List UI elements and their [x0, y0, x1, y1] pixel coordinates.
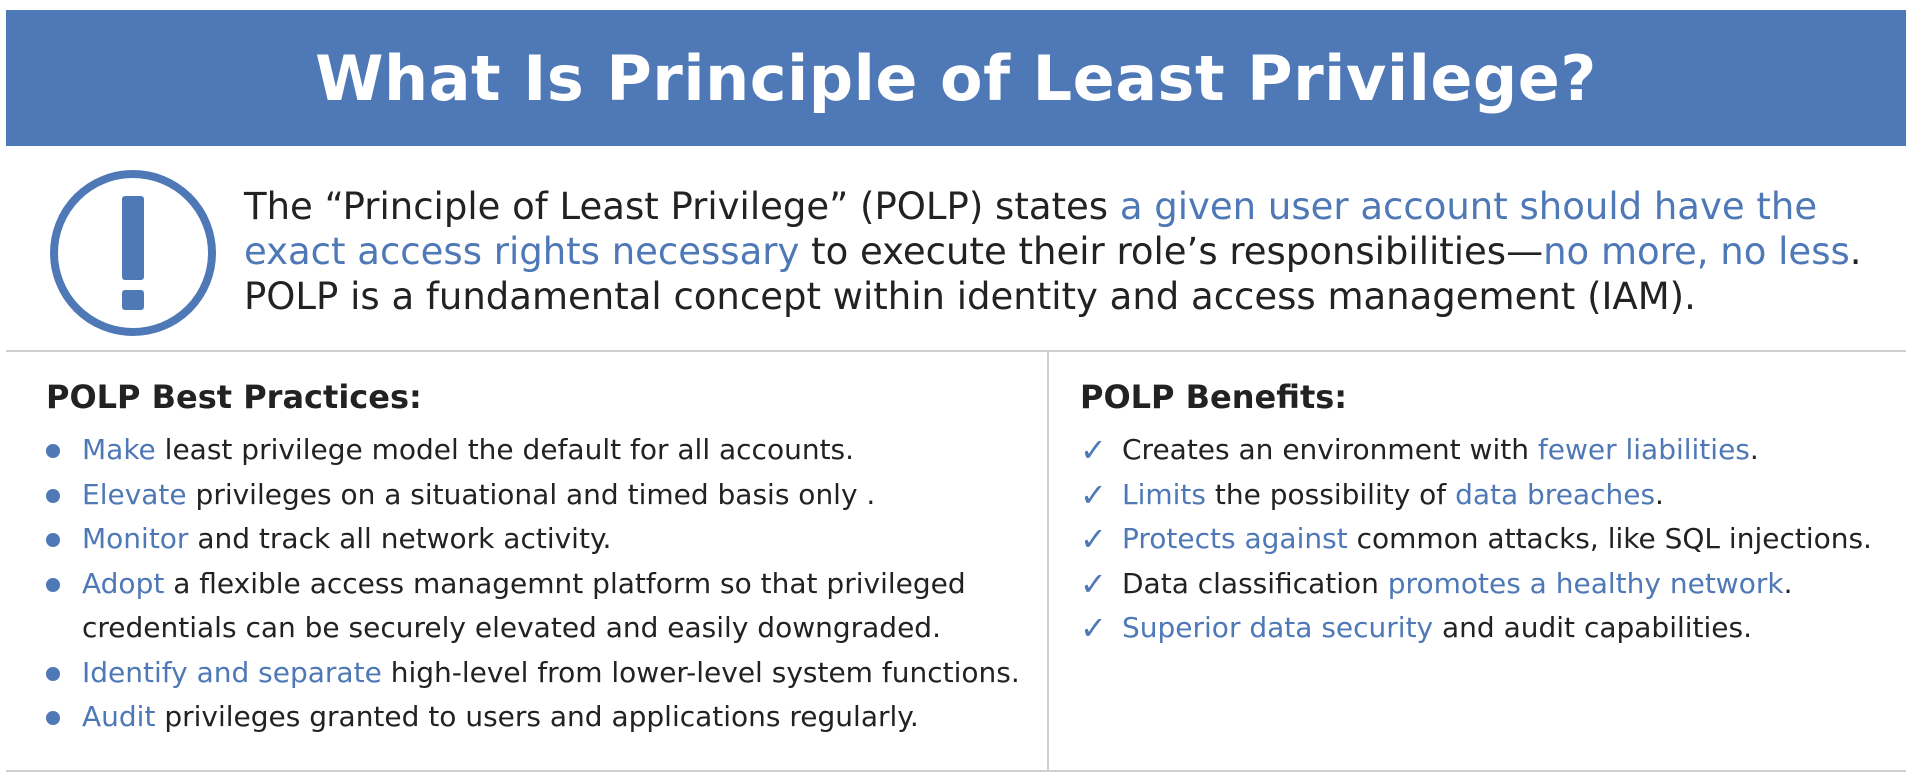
benefit-keyword: Limits	[1122, 477, 1206, 511]
list-item: Monitor and track all network activity.	[46, 517, 1036, 562]
check-icon: ✓	[1080, 475, 1107, 514]
intro-text-2: to execute their role’s responsibilities…	[799, 230, 1544, 273]
practice-text: a flexible access managemnt platform so …	[164, 566, 966, 600]
benefit-text: the possibility of	[1206, 477, 1456, 511]
intro-paragraph: The “Principle of Least Privilege” (POLP…	[244, 184, 1884, 319]
list-item: Make least privilege model the default f…	[46, 428, 1036, 473]
divider-horizontal	[6, 350, 1906, 352]
list-item: ✓ Creates an environment with fewer liab…	[1080, 428, 1900, 473]
benefit-text: and audit capabilities.	[1433, 611, 1753, 644]
benefit-text: Creates an environment with	[1122, 433, 1538, 466]
practice-text: least privilege model the default for al…	[155, 433, 855, 466]
practice-text: and track all network activity.	[188, 522, 612, 555]
page-title: What Is Principle of Least Privilege?	[315, 41, 1597, 115]
bullet-dot-icon	[46, 666, 60, 681]
check-icon: ✓	[1080, 609, 1107, 647]
practice-text: privileges granted to users and applicat…	[155, 700, 919, 733]
exclamation-circle-icon	[50, 170, 216, 336]
bullet-dot-icon	[46, 488, 60, 503]
divider-bottom	[6, 770, 1906, 772]
bullet-dot-icon	[46, 711, 60, 725]
benefit-text: common attacks, like SQL injections.	[1347, 522, 1872, 555]
list-item: Elevate privileges on a situational and …	[46, 473, 1036, 518]
list-item: ✓ Limits the possibility of data breache…	[1080, 473, 1900, 518]
divider-vertical	[1047, 352, 1049, 770]
list-item: ✓ Protects against common attacks, like …	[1080, 517, 1900, 562]
benefit-keyword: Protects against	[1122, 522, 1348, 555]
benefit-keyword: data breaches	[1455, 477, 1656, 511]
benefits-list: ✓ Creates an environment with fewer liab…	[1080, 428, 1900, 651]
benefit-text: Data classification	[1122, 566, 1388, 600]
benefit-keyword: Superior data security	[1122, 611, 1434, 644]
check-icon: ✓	[1080, 431, 1107, 469]
practice-keyword: Monitor	[82, 522, 189, 555]
benefit-text: .	[1655, 477, 1664, 511]
best-practices-heading: POLP Best Practices:	[46, 378, 422, 416]
practice-text-continued: credentials can be securely elevated and…	[82, 611, 941, 644]
benefit-text: .	[1749, 433, 1759, 466]
list-item: Audit privileges granted to users and ap…	[46, 695, 1036, 740]
benefits-heading: POLP Benefits:	[1080, 378, 1348, 416]
practice-keyword: Audit	[82, 700, 156, 733]
list-item: Adopt a flexible access managemnt platfo…	[46, 562, 1036, 651]
list-item: Identify and separate high-level from lo…	[46, 651, 1036, 696]
list-item: ✓ Superior data security and audit capab…	[1080, 606, 1900, 651]
bullet-dot-icon	[46, 577, 60, 592]
intro-text-1: The “Principle of Least Privilege” (POLP…	[244, 185, 1120, 228]
practice-text: high-level from lower-level system funct…	[381, 655, 1020, 689]
bullet-dot-icon	[46, 444, 60, 458]
practice-keyword: Elevate	[82, 477, 187, 511]
intro-highlight-2: no more, no less	[1543, 230, 1850, 273]
benefit-text: .	[1783, 566, 1793, 600]
practice-keyword: Make	[82, 433, 156, 466]
best-practices-list: Make least privilege model the default f…	[46, 428, 1036, 740]
list-item: ✓ Data classification promotes a healthy…	[1080, 562, 1900, 607]
bullet-dot-icon	[46, 533, 60, 547]
benefit-keyword: fewer liabilities	[1537, 433, 1750, 466]
title-banner: What Is Principle of Least Privilege?	[6, 10, 1906, 146]
benefit-keyword: promotes a healthy network	[1387, 566, 1784, 600]
practice-keyword: Identify and separate	[82, 655, 382, 689]
practice-keyword: Adopt	[82, 566, 165, 600]
check-icon: ✓	[1080, 564, 1107, 603]
practice-text: privileges on a situational and timed ba…	[186, 477, 876, 511]
check-icon: ✓	[1080, 520, 1107, 558]
